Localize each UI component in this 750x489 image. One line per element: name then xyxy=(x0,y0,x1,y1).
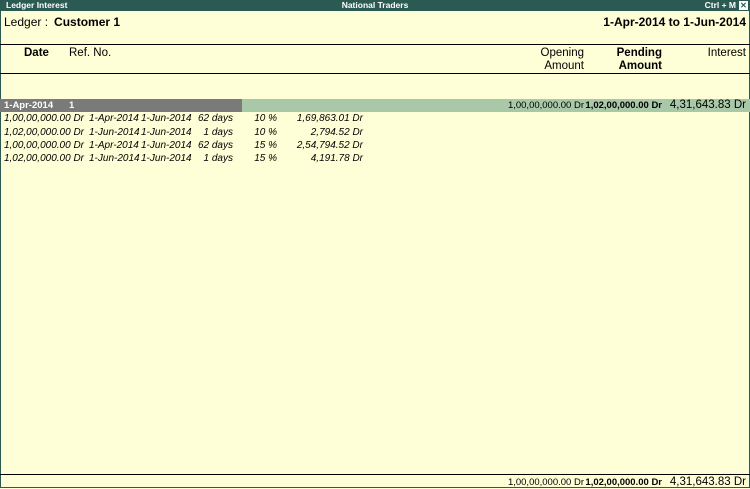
ledger-name[interactable]: Customer 1 xyxy=(54,15,120,29)
bill-pending: 1,02,00,000.00 Dr xyxy=(585,100,662,111)
bill-date: 1-Apr-2014 xyxy=(4,100,54,111)
bill-interest: 4,31,643.83 Dr xyxy=(669,99,746,111)
detail-from-date: 1-Jun-2014 xyxy=(89,153,140,164)
detail-days: 1 days xyxy=(203,153,233,164)
company-name: National Traders xyxy=(341,0,409,10)
detail-interest: 2,54,794.52 Dr xyxy=(296,140,363,151)
detail-days: 62 days xyxy=(197,113,233,124)
detail-to-date: 1-Jun-2014 xyxy=(141,127,192,138)
detail-from-date: 1-Apr-2014 xyxy=(89,113,139,124)
close-icon[interactable]: ✕ xyxy=(739,1,748,10)
total-opening: 1,00,00,000.00 Dr xyxy=(507,477,584,488)
totals-row: 1,00,00,000.00 Dr 1,02,00,000.00 Dr 4,31… xyxy=(0,475,750,489)
col-ref-no: Ref. No. xyxy=(69,47,112,59)
detail-row[interactable]: 1,00,00,000.00 Dr 1-Apr-2014 1-Jun-2014 … xyxy=(0,112,400,126)
col-opening-line2: Amount xyxy=(544,60,584,72)
shortcut-hint: Ctrl + M xyxy=(704,0,736,10)
col-pending-amount: Pending Amount xyxy=(617,47,662,73)
col-date: Date xyxy=(24,47,49,59)
detail-amount: 1,02,00,000.00 Dr xyxy=(3,127,84,138)
col-opening-amount: Opening Amount xyxy=(541,47,584,73)
ledger-label: Ledger : xyxy=(4,15,49,29)
detail-rate: 10 % xyxy=(254,127,277,138)
detail-rate: 10 % xyxy=(254,113,277,124)
bill-ref: 1 xyxy=(69,100,75,111)
detail-to-date: 1-Jun-2014 xyxy=(141,153,192,164)
detail-rate: 15 % xyxy=(254,153,277,164)
total-interest: 4,31,643.83 Dr xyxy=(669,476,746,488)
detail-to-date: 1-Jun-2014 xyxy=(141,113,192,124)
detail-amount: 1,00,00,000.00 Dr xyxy=(3,140,84,151)
window-title: Ledger Interest xyxy=(6,0,68,10)
bill-row-selected[interactable]: 1-Apr-2014 1 1,00,00,000.00 Dr 1,02,00,0… xyxy=(0,99,750,112)
title-bar: National Traders Ledger Interest Ctrl + … xyxy=(0,0,750,11)
header-divider-bottom xyxy=(0,73,750,74)
header-divider-top xyxy=(0,44,750,45)
detail-row[interactable]: 1,02,00,000.00 Dr 1-Jun-2014 1-Jun-2014 … xyxy=(0,152,400,166)
detail-days: 62 days xyxy=(197,140,233,151)
col-interest: Interest xyxy=(707,47,746,59)
report-frame xyxy=(0,11,750,488)
detail-from-date: 1-Apr-2014 xyxy=(89,140,139,151)
detail-rate: 15 % xyxy=(254,140,277,151)
detail-interest: 2,794.52 Dr xyxy=(310,127,363,138)
bill-opening: 1,00,00,000.00 Dr xyxy=(507,100,584,111)
detail-from-date: 1-Jun-2014 xyxy=(89,127,140,138)
col-opening-line1: Opening xyxy=(540,47,584,59)
detail-row[interactable]: 1,00,00,000.00 Dr 1-Apr-2014 1-Jun-2014 … xyxy=(0,139,400,153)
period-range[interactable]: 1-Apr-2014 to 1-Jun-2014 xyxy=(603,15,746,29)
detail-days: 1 days xyxy=(203,127,233,138)
col-pending-line2: Amount xyxy=(618,60,662,72)
detail-row[interactable]: 1,02,00,000.00 Dr 1-Jun-2014 1-Jun-2014 … xyxy=(0,126,400,140)
total-pending: 1,02,00,000.00 Dr xyxy=(585,477,662,488)
ledger-info: Ledger : Customer 1 xyxy=(4,15,120,29)
detail-to-date: 1-Jun-2014 xyxy=(141,140,192,151)
detail-amount: 1,02,00,000.00 Dr xyxy=(3,153,84,164)
detail-interest: 1,69,863.01 Dr xyxy=(296,113,363,124)
detail-interest: 4,191.78 Dr xyxy=(310,153,363,164)
bill-row-left: 1-Apr-2014 1 xyxy=(0,99,242,112)
detail-amount: 1,00,00,000.00 Dr xyxy=(3,113,84,124)
col-pending-line1: Pending xyxy=(616,47,662,59)
